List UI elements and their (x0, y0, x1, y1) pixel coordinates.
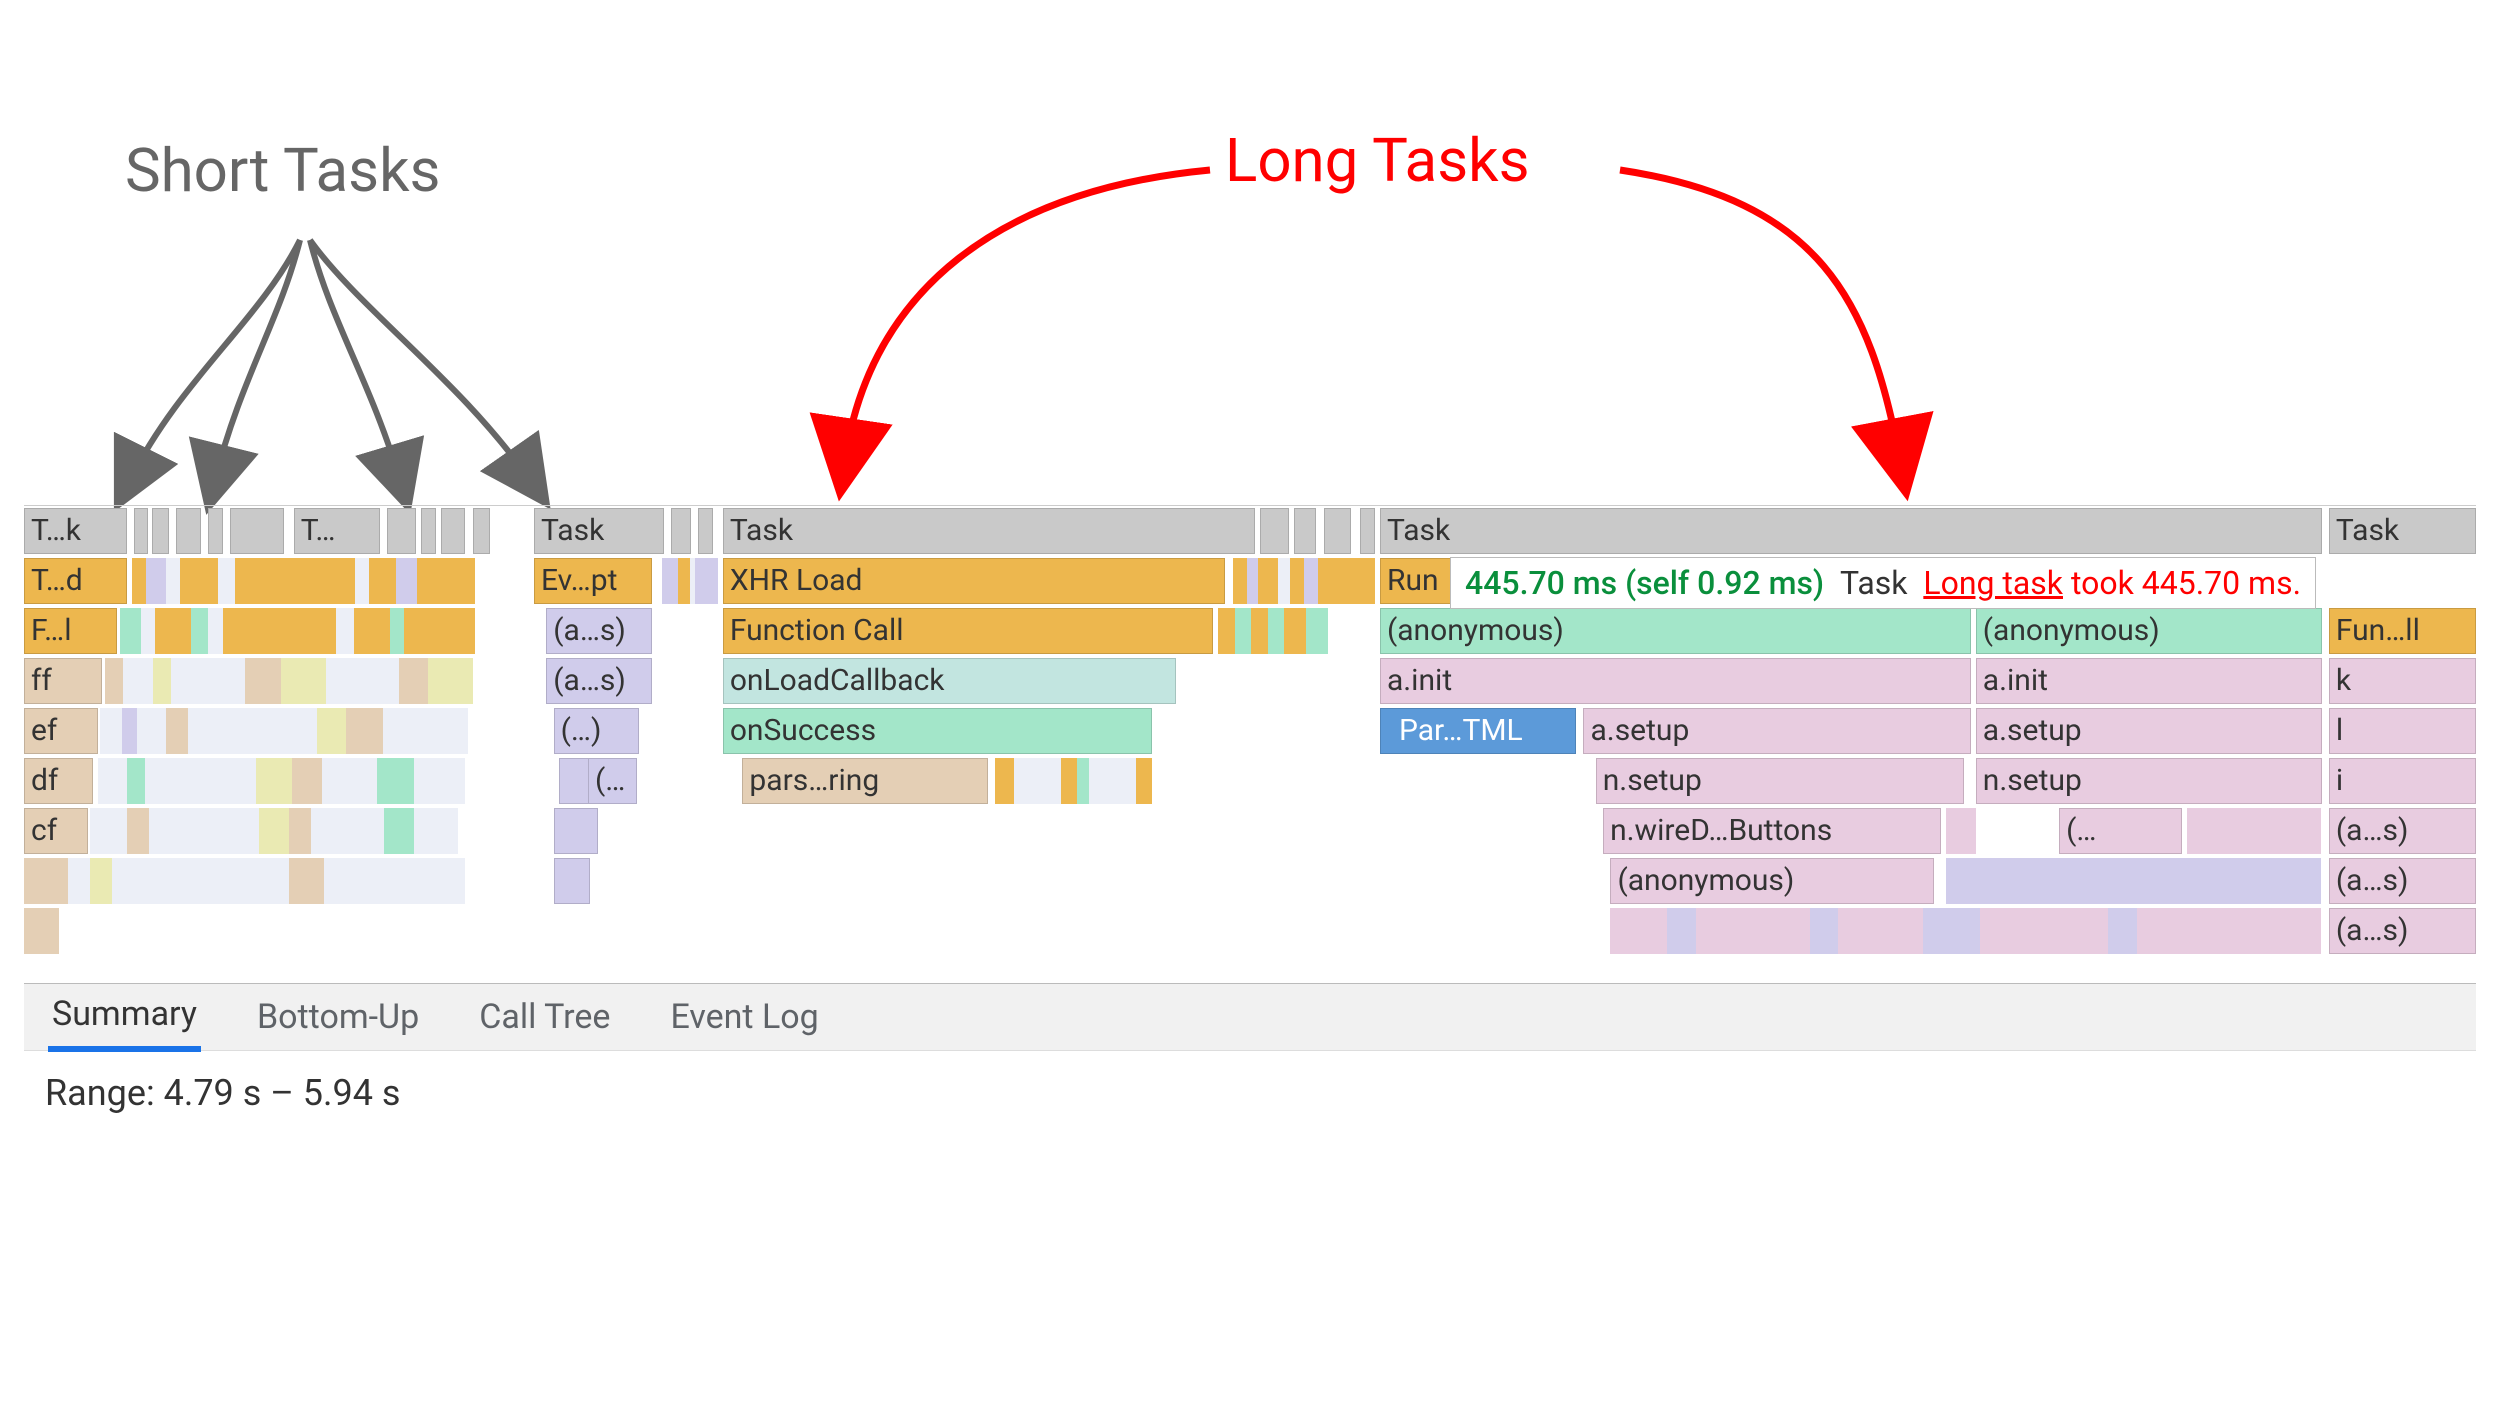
flame-block[interactable]: (a…s) (2329, 908, 2476, 954)
tooltip-task-name: Task (1840, 564, 1907, 602)
tooltip-long-task: 445.70 ms (self 0.92 ms) Task Long task … (1450, 557, 2316, 609)
tab-call-tree[interactable]: Call Tree (475, 985, 614, 1049)
flame-row-8: (a…s) (24, 906, 2476, 956)
flame-block[interactable]: (a…s) (546, 658, 651, 704)
flame-block[interactable]: a.setup (1583, 708, 1970, 754)
task-block[interactable] (1324, 508, 1351, 554)
tooltip-long-task-link[interactable]: Long task (1923, 564, 2063, 602)
tooltip-duration: 445.70 ms (self 0.92 ms) (1465, 564, 1824, 602)
task-block[interactable] (671, 508, 691, 554)
task-block[interactable] (230, 508, 284, 554)
flame-block[interactable]: n.wireD…Buttons (1603, 808, 1941, 854)
flame-block[interactable]: T…d (24, 558, 127, 604)
flame-row-5: df (… pars…ring n.setup n.setup i (24, 756, 2476, 806)
flame-block[interactable]: Function Call (723, 608, 1213, 654)
flame-block[interactable]: (a…s) (2329, 858, 2476, 904)
range-label: Range: 4.79 s – 5.94 s (45, 1072, 400, 1114)
flame-row-0: T…k T… Task Task Task Task (24, 506, 2476, 556)
flame-block[interactable]: k (2329, 658, 2476, 704)
task-block[interactable]: T…k (24, 508, 127, 554)
flame-block[interactable]: F…l (24, 608, 117, 654)
task-block[interactable]: Task (723, 508, 1255, 554)
flame-block[interactable]: (anonymous) (1380, 608, 1971, 654)
flame-row-6: cf n.wireD…Buttons (… (a…s) (24, 806, 2476, 856)
flame-block[interactable]: a.init (1380, 658, 1971, 704)
flame-block[interactable]: l (2329, 708, 2476, 754)
flame-block[interactable]: Ev…pt (534, 558, 652, 604)
task-block[interactable] (387, 508, 416, 554)
task-block[interactable] (176, 508, 201, 554)
flame-block[interactable]: a.setup (1976, 708, 2322, 754)
flame-block[interactable]: (a…s) (546, 608, 651, 654)
task-block[interactable] (152, 508, 169, 554)
annotation-long-tasks: Long Tasks (1225, 125, 1530, 196)
flame-block[interactable] (554, 858, 591, 904)
flame-block[interactable]: (a…s) (2329, 808, 2476, 854)
task-block[interactable]: Task (2329, 508, 2476, 554)
tab-event-log[interactable]: Event Log (666, 985, 822, 1049)
task-block[interactable] (1360, 508, 1375, 554)
task-block[interactable] (473, 508, 490, 554)
task-block[interactable] (441, 508, 466, 554)
tab-bottom-up[interactable]: Bottom-Up (253, 985, 423, 1049)
flame-block[interactable]: Par…TML (1380, 708, 1576, 754)
task-block[interactable]: Task (1380, 508, 2322, 554)
task-block[interactable]: T… (294, 508, 380, 554)
task-block[interactable] (1260, 508, 1289, 554)
flame-block[interactable]: XHR Load (723, 558, 1226, 604)
details-tabs: Summary Bottom-Up Call Tree Event Log (24, 983, 2476, 1051)
flame-block[interactable]: a.init (1976, 658, 2322, 704)
flame-block[interactable]: (… (2059, 808, 2182, 854)
flame-row-2: F…l (a…s) Function Call (anonymous) (ano… (24, 606, 2476, 656)
flame-block[interactable] (554, 808, 598, 854)
flame-row-7: (anonymous) (a…s) (24, 856, 2476, 906)
flame-block[interactable]: df (24, 758, 93, 804)
task-block[interactable]: Task (534, 508, 664, 554)
annotation-short-tasks: Short Tasks (125, 135, 441, 206)
task-block[interactable] (208, 508, 223, 554)
flame-block[interactable]: n.setup (1976, 758, 2322, 804)
flame-block[interactable]: (anonymous) (1976, 608, 2322, 654)
task-block[interactable] (1294, 508, 1316, 554)
task-block[interactable] (421, 508, 436, 554)
flame-block[interactable]: (anonymous) (1610, 858, 1934, 904)
tooltip-long-task-text: took 445.70 ms. (2063, 564, 2301, 602)
flame-block[interactable]: onLoadCallback (723, 658, 1177, 704)
flame-block[interactable]: n.setup (1596, 758, 1964, 804)
task-block[interactable] (698, 508, 713, 554)
flame-block[interactable]: ff (24, 658, 102, 704)
flame-row-4: ef (…) onSuccess Par…TML a.setup a.setup… (24, 706, 2476, 756)
flame-block[interactable]: cf (24, 808, 88, 854)
flame-row-3: ff (a…s) onLoadCallback a.init a.init k (24, 656, 2476, 706)
flame-block[interactable]: (… (588, 758, 637, 804)
flame-block[interactable]: ef (24, 708, 98, 754)
flame-block[interactable]: (…) (554, 708, 640, 754)
flame-block[interactable]: pars…ring (742, 758, 987, 804)
tab-summary[interactable]: Summary (48, 982, 201, 1052)
flame-block[interactable]: Fun…ll (2329, 608, 2476, 654)
flame-block[interactable]: onSuccess (723, 708, 1152, 754)
flame-block[interactable]: i (2329, 758, 2476, 804)
task-block[interactable] (134, 508, 148, 554)
